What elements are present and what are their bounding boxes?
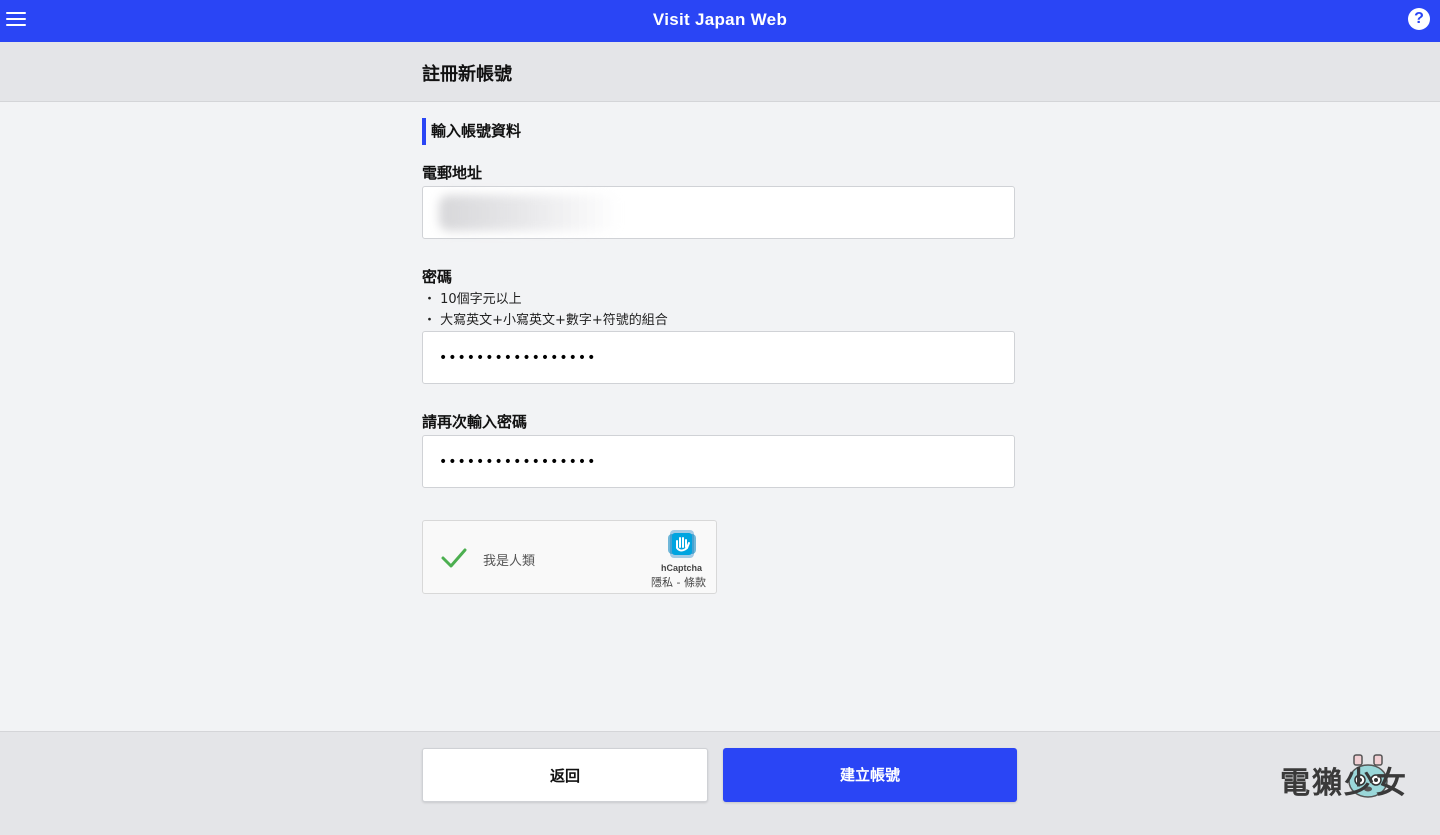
top-nav-bar: Visit Japan Web ? [0,0,1440,42]
confirm-password-field[interactable] [422,435,1015,488]
confirm-password-label: 請再次輸入密碼 [422,413,528,431]
confirm-password-input[interactable] [423,436,1014,487]
watermark-text: 電獺少女 [1280,766,1408,801]
help-icon[interactable]: ? [1408,8,1430,30]
email-field[interactable] [422,186,1015,239]
password-hint-length: ・ 10個字元以上 [423,292,522,307]
page-header: 註冊新帳號 [0,42,1440,102]
captcha-brand: hCaptcha [660,563,702,573]
app-title: Visit Japan Web [652,10,788,29]
captcha-label: 我是人類 [483,554,536,569]
email-value-redacted [439,195,619,231]
email-label: 電郵地址 [422,164,483,182]
password-input[interactable] [423,332,1014,383]
checkmark-icon[interactable] [440,546,468,570]
footer-bar: 返回 建立帳號 [0,731,1440,835]
hcaptcha-logo-icon [668,530,696,558]
page-title: 註冊新帳號 [422,64,512,85]
back-button[interactable]: 返回 [422,748,708,802]
captcha-privacy-terms-links[interactable]: 隱私 - 條款 [651,574,706,590]
password-hint-composition: ・ 大寫英文+小寫英文+數字+符號的組合 [423,313,668,328]
section-title: 輸入帳號資料 [422,118,521,145]
create-account-button[interactable]: 建立帳號 [723,748,1017,802]
password-label: 密碼 [422,268,453,286]
hcaptcha-widget: 我是人類 hCaptcha 隱私 - 條款 [422,520,717,594]
password-field[interactable] [422,331,1015,384]
